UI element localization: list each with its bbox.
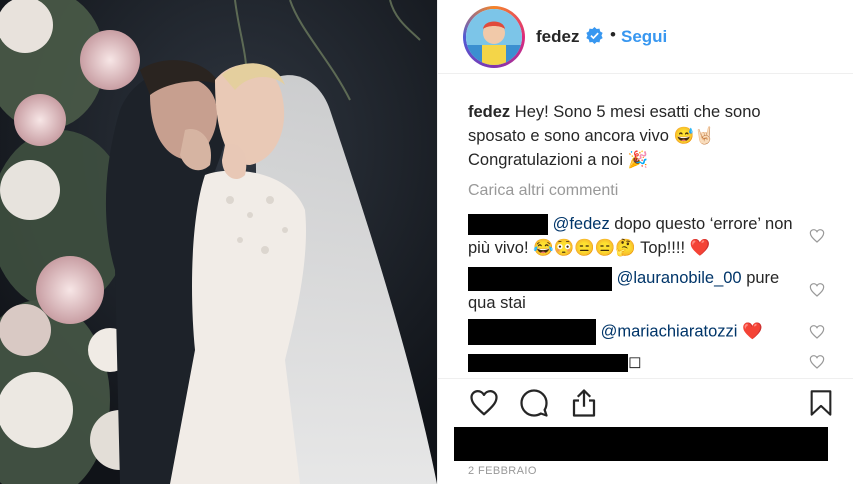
comment-item: @fedez dopo questo ‘errore’ non più vivo… [468,212,808,260]
redacted-likes-bar [454,427,828,461]
wedding-kiss-image [0,0,437,484]
avatar[interactable] [466,9,522,65]
comment-like-heart-icon[interactable] [809,324,825,340]
post-photo[interactable] [0,0,437,484]
redacted-username [468,353,628,372]
comment-bubble-icon[interactable] [519,388,549,418]
post-header: fedez • Segui [438,0,853,73]
post-sidebar: fedez • Segui fedez Hey! Sono 5 mesi esa… [437,0,853,484]
follow-button[interactable]: Segui [621,27,667,47]
comment-heart-emoji: ❤️ [742,322,763,341]
comment-mention[interactable]: @fedez [553,215,610,233]
comment-like-heart-icon[interactable] [809,228,825,244]
comment-item: @mariachiaratozzi ❤️ [468,319,808,345]
separator-dot: • [610,25,616,44]
avatar-story-ring[interactable] [463,6,525,68]
comment-item: ◻ [468,350,808,374]
redacted-username [468,214,548,236]
comment-like-heart-icon[interactable] [809,354,825,370]
bookmark-save-icon[interactable] [807,388,835,418]
redacted-username [468,266,612,291]
comment-text: ◻ [628,353,642,371]
comment-mention[interactable]: @mariachiaratozzi [601,322,738,340]
caption-text: Hey! Sono 5 mesi esatti che sono sposato… [468,103,761,169]
comment-item: @lauranobile_00 pure qua stai [468,266,808,315]
load-more-comments-link[interactable]: Carica altri commenti [468,182,618,200]
post-date[interactable]: 2 FEBBRAIO [468,465,537,477]
verified-badge-icon [586,27,603,44]
caption-username[interactable]: fedez [468,103,510,121]
post-username[interactable]: fedez [536,27,579,47]
share-upload-icon[interactable] [569,388,599,418]
comment-like-heart-icon[interactable] [809,282,825,298]
like-heart-icon[interactable] [468,388,500,418]
comment-mention[interactable]: @lauranobile_00 [617,269,742,287]
redacted-username [468,319,596,345]
comment-heart-emoji: ❤️ [689,239,711,257]
post-caption: fedez Hey! Sono 5 mesi esatti che sono s… [468,100,798,172]
header-divider [438,73,853,74]
action-bar [438,378,853,428]
avatar-image [466,9,522,65]
